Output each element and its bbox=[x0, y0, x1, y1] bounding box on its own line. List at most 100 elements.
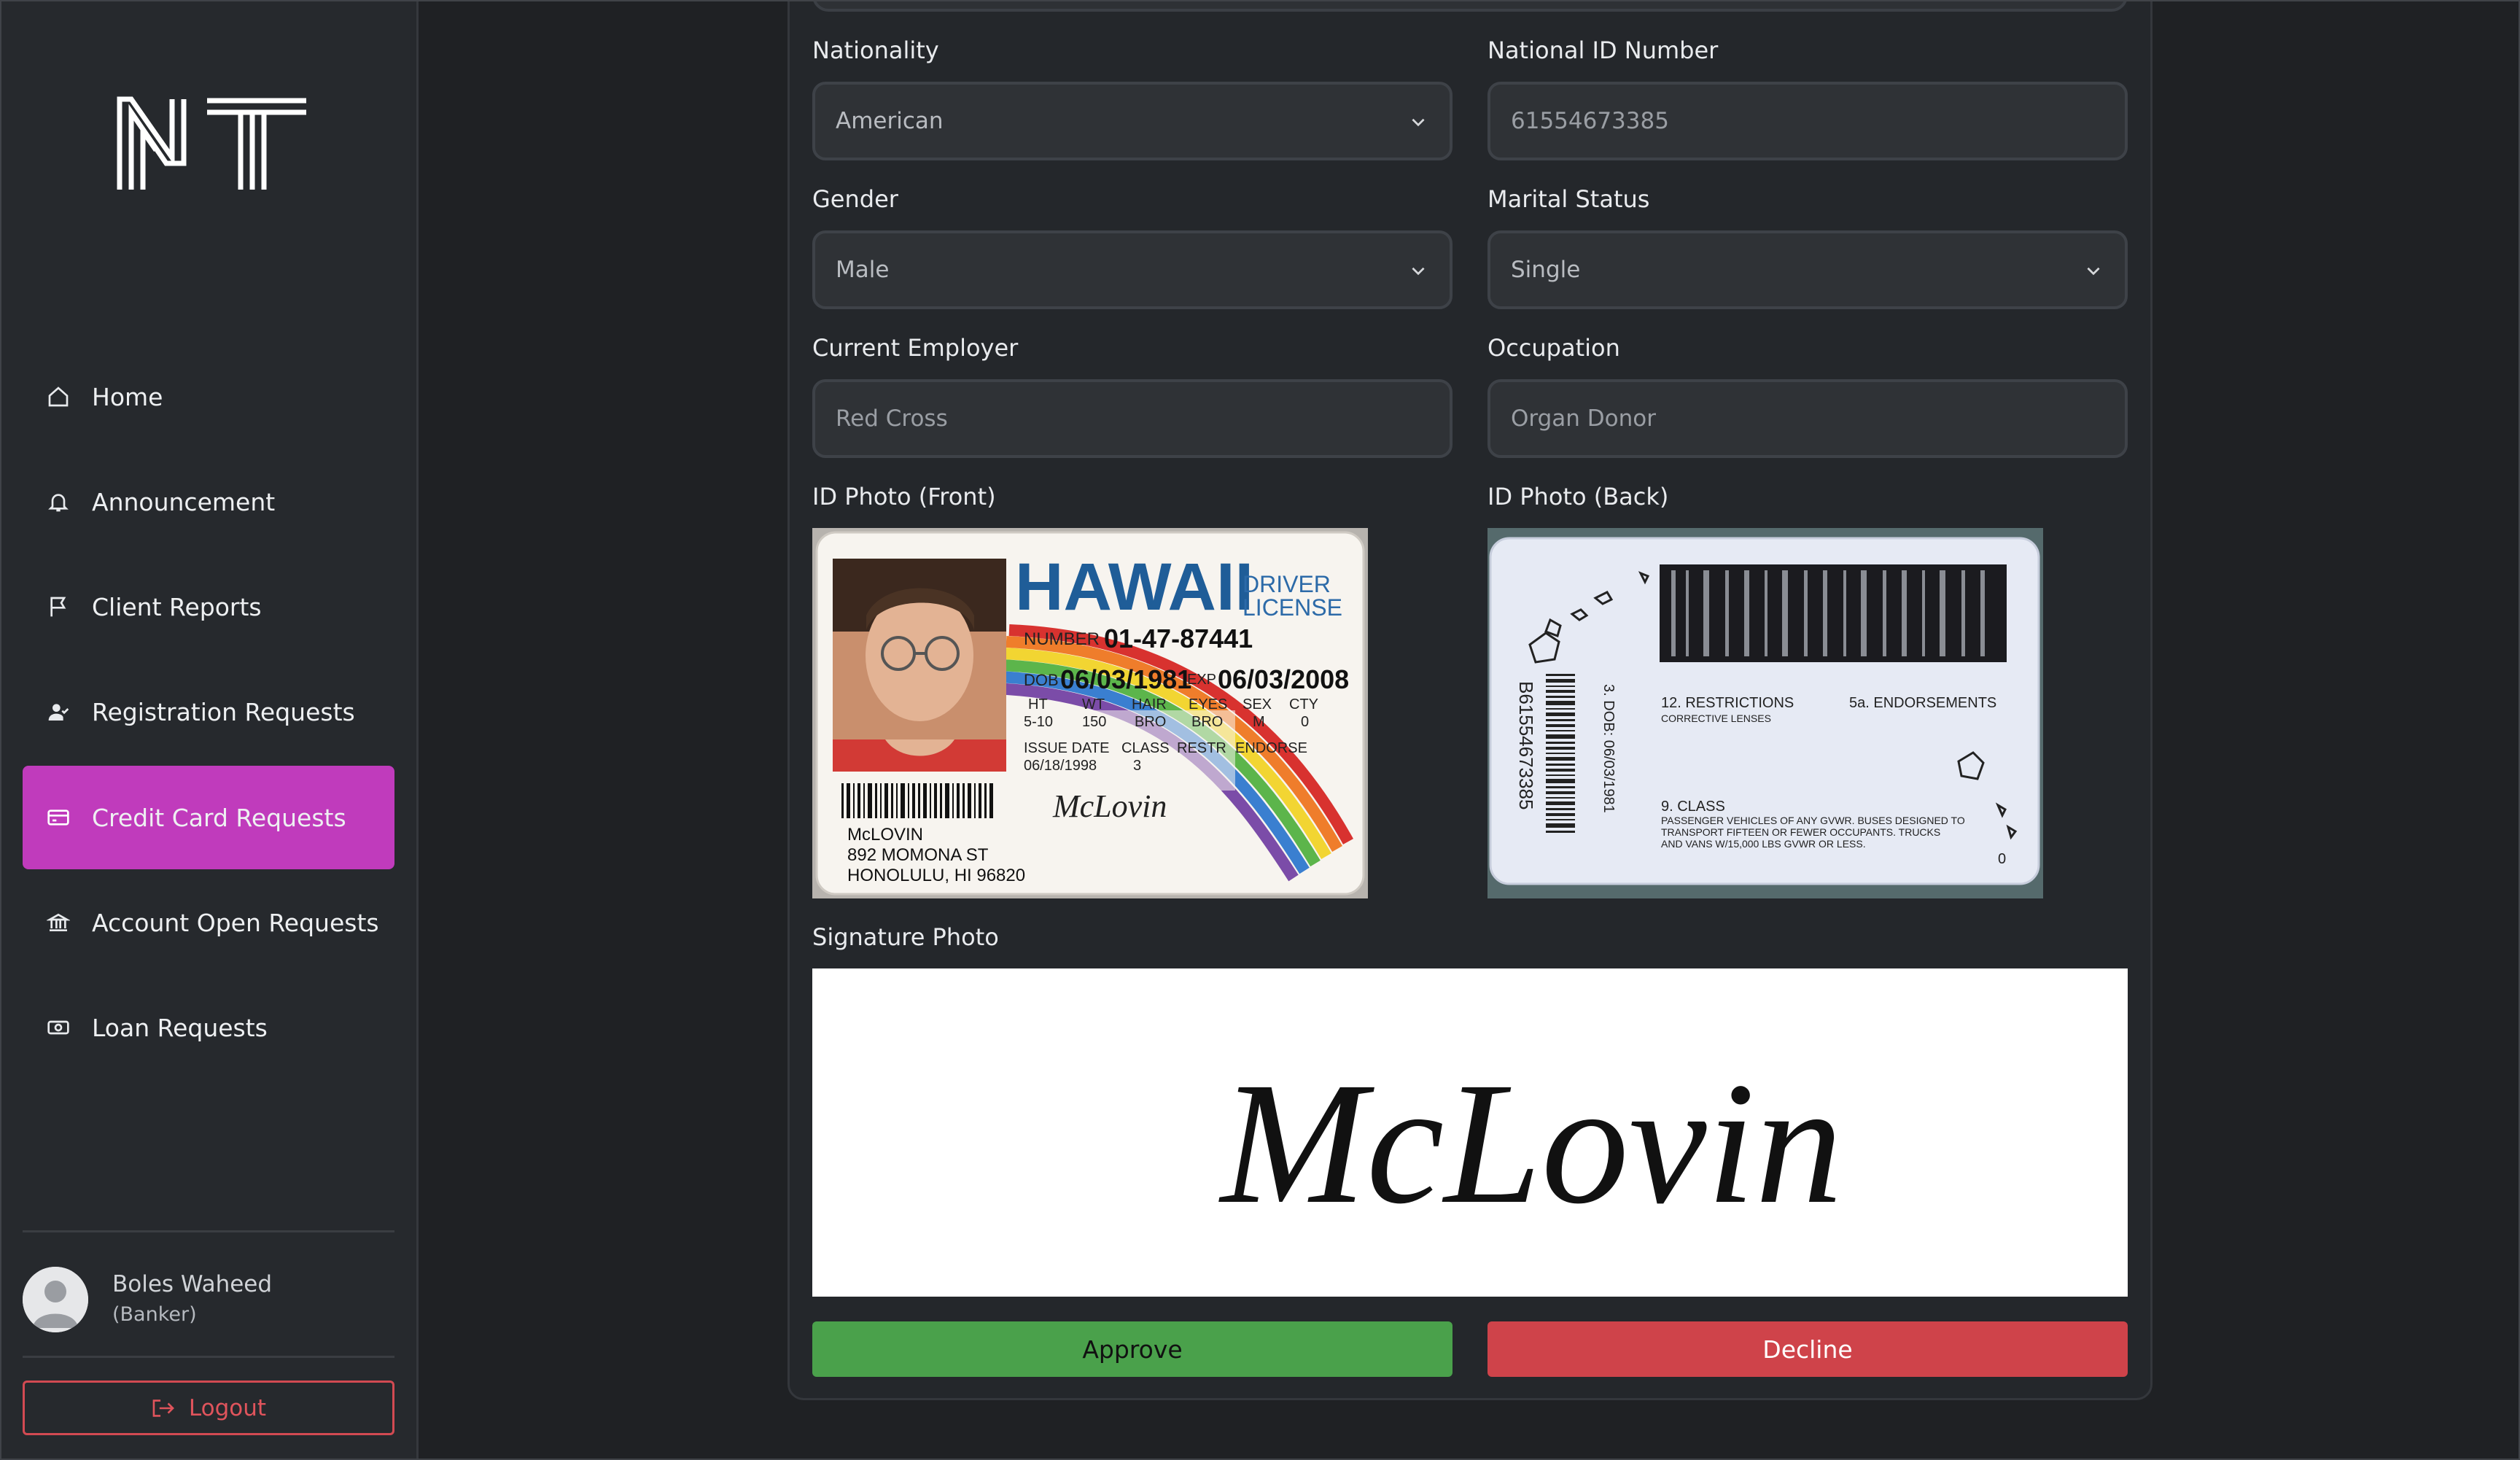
sidebar-item-home[interactable]: Home bbox=[23, 345, 394, 449]
signature-text: McLovin bbox=[1218, 1046, 1843, 1240]
id-front-doctype: DRIVER bbox=[1242, 571, 1331, 597]
sidebar-item-label: Registration Requests bbox=[92, 697, 355, 726]
id-front-dob-label: DOB bbox=[1024, 671, 1059, 689]
id-photo-back-label: ID Photo (Back) bbox=[1488, 483, 1669, 510]
id-front-attr-value: 5-10 bbox=[1024, 714, 1053, 730]
user-role: (Banker) bbox=[112, 1303, 197, 1326]
id-back-class-heading: 9. CLASS bbox=[1661, 799, 1725, 815]
nationality-label: Nationality bbox=[812, 36, 939, 64]
id-back-class-line: AND VANS W/15,000 LBS GVWR OR LESS. bbox=[1661, 838, 1866, 850]
id-photo-front-label: ID Photo (Front) bbox=[812, 483, 996, 510]
id-front-attr-label: WT bbox=[1082, 696, 1105, 712]
id-back-restrictions-detail: CORRECTIVE LENSES bbox=[1661, 712, 1771, 724]
sidebar-item-credit-card-requests[interactable]: Credit Card Requests bbox=[23, 766, 394, 869]
marital-status-label: Marital Status bbox=[1488, 185, 1650, 213]
occupation-label: Occupation bbox=[1488, 334, 1620, 362]
id-back-dob-line: 3. DOB: 06/03/1981 bbox=[1601, 684, 1617, 813]
id-front-attr-label: HT bbox=[1028, 696, 1048, 712]
bank-icon bbox=[47, 911, 70, 934]
id-front-state: HAWAII bbox=[1015, 550, 1253, 624]
national-id-label: National ID Number bbox=[1488, 36, 1719, 64]
home-icon bbox=[47, 385, 70, 408]
id-front-number-label: NUMBER bbox=[1024, 629, 1100, 649]
flag-icon bbox=[47, 595, 70, 618]
id-front-dob: 06/03/1981 bbox=[1060, 664, 1191, 694]
gender-label: Gender bbox=[812, 185, 898, 213]
logout-icon bbox=[152, 1399, 174, 1417]
id-photo-front[interactable]: HAWAII DRIVER LICENSE NUMBER 01-47-87441… bbox=[812, 528, 1368, 898]
id-front-attr-label: CTY bbox=[1289, 696, 1318, 712]
brand-logo bbox=[117, 96, 306, 190]
sidebar-item-label: Client Reports bbox=[92, 592, 262, 621]
current-employer-field[interactable]: Red Cross bbox=[812, 379, 1452, 458]
logout-label: Logout bbox=[188, 1394, 267, 1421]
sidebar-item-announcement[interactable]: Announcement bbox=[23, 450, 394, 554]
money-icon bbox=[47, 1016, 70, 1039]
pdf417-barcode bbox=[1660, 564, 2007, 662]
chevron-down-icon bbox=[1412, 118, 1425, 127]
id-front-attr-label: HAIR bbox=[1132, 696, 1167, 712]
id-front-attr-value: BRO bbox=[1191, 714, 1223, 730]
id-front-doctype2: LICENSE bbox=[1242, 594, 1342, 621]
gender-select[interactable]: Male bbox=[812, 230, 1452, 309]
decline-button[interactable]: Decline bbox=[1488, 1321, 2128, 1377]
sidebar-item-account-open-requests[interactable]: Account Open Requests bbox=[23, 871, 394, 974]
sidebar-item-label: Announcement bbox=[92, 487, 276, 516]
id-front-attr-value: M bbox=[1253, 714, 1265, 730]
id-back-corner: 0 bbox=[1998, 851, 2006, 867]
logout-button[interactable]: Logout bbox=[23, 1381, 394, 1435]
id-front-number: 01-47-87441 bbox=[1104, 624, 1253, 653]
user-name: Boles Waheed bbox=[112, 1271, 273, 1297]
marital-status-select[interactable]: Single bbox=[1488, 230, 2128, 309]
id-back-vertical-number: B61554673385 bbox=[1515, 681, 1537, 809]
signature-photo[interactable]: McLovin bbox=[812, 968, 2128, 1297]
occupation-value: Organ Donor bbox=[1511, 405, 1656, 432]
id-front-restr-label: RESTR bbox=[1177, 740, 1226, 756]
id-front-attr-value: BRO bbox=[1135, 714, 1166, 730]
avatar bbox=[23, 1267, 88, 1332]
id-front-exp: 06/03/2008 bbox=[1218, 664, 1349, 694]
sidebar-item-client-reports[interactable]: Client Reports bbox=[23, 555, 394, 659]
current-employer-label: Current Employer bbox=[812, 334, 1019, 362]
chevron-down-icon bbox=[1412, 267, 1425, 276]
id-front-endorse-label: ENDORSE bbox=[1235, 740, 1307, 756]
id-photo-back[interactable]: B61554673385 3. DOB: 06/03/1981 12. REST… bbox=[1488, 528, 2043, 898]
id-front-issue-label: ISSUE DATE bbox=[1024, 740, 1109, 756]
chevron-down-icon bbox=[2087, 267, 2100, 276]
sidebar-item-label: Home bbox=[92, 382, 163, 411]
id-front-class-label: CLASS bbox=[1121, 740, 1170, 756]
sidebar: Home Announcement Client Reports Registr… bbox=[0, 0, 419, 1460]
id-back-class-line: PASSENGER VEHICLES OF ANY GVWR. BUSES DE… bbox=[1661, 815, 1965, 826]
current-employer-value: Red Cross bbox=[836, 405, 948, 432]
id-front-signature: McLovin bbox=[1052, 788, 1167, 824]
id-back-class-line: TRANSPORT FIFTEEN OR FEWER OCCUPANTS. TR… bbox=[1661, 826, 1940, 838]
marital-status-value: Single bbox=[1511, 257, 1581, 283]
approve-button[interactable]: Approve bbox=[812, 1321, 1452, 1377]
signature-photo-label: Signature Photo bbox=[812, 923, 999, 951]
id-front-class: 3 bbox=[1133, 758, 1141, 774]
previous-field[interactable] bbox=[812, 0, 2128, 12]
sidebar-item-label: Loan Requests bbox=[92, 1013, 268, 1042]
national-id-field[interactable]: 61554673385 bbox=[1488, 82, 2128, 160]
user-profile: Boles Waheed (Banker) bbox=[23, 1267, 394, 1332]
sidebar-item-loan-requests[interactable]: Loan Requests bbox=[23, 976, 394, 1079]
id-front-attr-value: 0 bbox=[1301, 714, 1309, 730]
id-front-issue: 06/18/1998 bbox=[1024, 758, 1097, 774]
bell-icon bbox=[47, 490, 70, 513]
occupation-field[interactable]: Organ Donor bbox=[1488, 379, 2128, 458]
sidebar-item-registration-requests[interactable]: Registration Requests bbox=[23, 660, 394, 764]
credit-card-icon bbox=[47, 806, 70, 829]
sidebar-item-label: Credit Card Requests bbox=[92, 803, 346, 832]
id-front-name: McLOVIN bbox=[847, 825, 923, 844]
sidebar-item-label: Account Open Requests bbox=[92, 908, 379, 937]
divider bbox=[23, 1356, 394, 1358]
nationality-value: American bbox=[836, 108, 944, 134]
id-front-attr-label: SEX bbox=[1242, 696, 1272, 712]
divider bbox=[23, 1230, 394, 1232]
nationality-select[interactable]: American bbox=[812, 82, 1452, 160]
id-back-restrictions: 12. RESTRICTIONS bbox=[1661, 695, 1794, 711]
id-back-endorsements: 5a. ENDORSEMENTS bbox=[1849, 695, 1996, 711]
id-front-address1: 892 MOMONA ST bbox=[847, 845, 989, 865]
id-front-attr-label: EYES bbox=[1189, 696, 1227, 712]
id-front-address2: HONOLULU, HI 96820 bbox=[847, 866, 1025, 885]
